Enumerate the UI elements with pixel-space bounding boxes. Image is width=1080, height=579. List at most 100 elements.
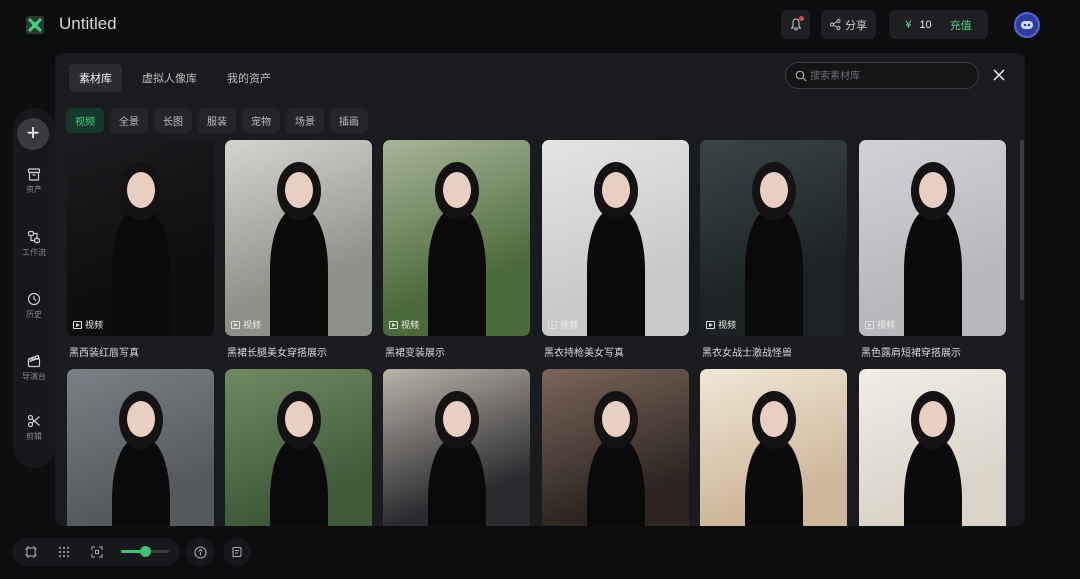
- tab-material-library[interactable]: 素材库: [69, 64, 122, 92]
- figure-face: [602, 401, 630, 437]
- asset-title: 黑衣持枪美女写真: [544, 348, 624, 359]
- video-badge: 视频: [706, 318, 736, 331]
- figure-face: [127, 172, 155, 208]
- share-button[interactable]: 分享: [821, 10, 876, 39]
- share-label: 分享: [845, 19, 867, 32]
- video-badge-label: 视频: [401, 320, 420, 330]
- user-avatar[interactable]: [1014, 12, 1040, 38]
- credits-symbol: ¥: [905, 18, 912, 31]
- add-button[interactable]: +: [17, 118, 49, 150]
- asset-thumbnail[interactable]: 视频: [700, 140, 847, 336]
- zoom-slider[interactable]: [121, 546, 169, 557]
- video-badge: 视频: [865, 318, 895, 331]
- video-play-icon: [73, 320, 82, 329]
- asset-title: 黑裙长腿美女穿搭展示: [227, 348, 327, 359]
- video-badge: 视频: [73, 318, 103, 331]
- document-title[interactable]: Untitled: [59, 14, 117, 34]
- figure-face: [602, 172, 630, 208]
- sidebar-item-edit[interactable]: 剪辑: [13, 414, 55, 442]
- app-logo-icon[interactable]: [24, 14, 46, 36]
- asset-thumbnail[interactable]: [383, 369, 530, 526]
- figure-silhouette: [587, 210, 645, 336]
- fit-screen-icon[interactable]: [90, 545, 104, 559]
- sidebar-item-director[interactable]: 导演台: [13, 354, 55, 382]
- asset-title: 黑西装红唇写真: [69, 348, 139, 359]
- filter-video[interactable]: 视频: [66, 108, 104, 133]
- asset-thumbnail[interactable]: [859, 369, 1006, 526]
- figure-face: [760, 401, 788, 437]
- asset-thumbnail[interactable]: [542, 369, 689, 526]
- figure-silhouette: [428, 210, 486, 336]
- tab-virtual-portrait[interactable]: 虚拟人像库: [132, 64, 207, 92]
- left-sidebar: + 资产 工作流 历史 导演台 剪辑: [13, 108, 55, 468]
- asset-thumbnail[interactable]: [225, 369, 372, 526]
- sidebar-item-history[interactable]: 历史: [13, 292, 55, 320]
- filter-clothing[interactable]: 服装: [198, 108, 236, 133]
- asset-thumbnail[interactable]: [67, 369, 214, 526]
- asset-library-modal: 素材库 虚拟人像库 我的资产 视频 全景 长图 服装 宠物 场景 插画 视频黑西…: [55, 53, 1025, 526]
- recharge-label: 充值: [949, 19, 972, 32]
- asset-thumbnail[interactable]: 视频: [383, 140, 530, 336]
- sidebar-item-label: 资产: [26, 185, 42, 194]
- figure-face: [760, 172, 788, 208]
- video-badge-label: 视频: [718, 320, 737, 330]
- figure-face: [919, 401, 947, 437]
- asset-thumbnail[interactable]: 视频: [225, 140, 372, 336]
- video-badge-label: 视频: [877, 320, 896, 330]
- figure-silhouette: [112, 210, 170, 336]
- figure-face: [919, 172, 947, 208]
- sidebar-item-label: 历史: [26, 310, 42, 319]
- search-icon: [795, 70, 807, 82]
- sidebar-item-assets[interactable]: 资产: [13, 168, 55, 195]
- sidebar-item-label: 工作流: [22, 248, 46, 257]
- archive-icon: [27, 168, 41, 181]
- asset-title: 黑衣女战士激战怪兽: [702, 348, 792, 359]
- filter-illustration[interactable]: 插画: [330, 108, 368, 133]
- credits-value: 10: [919, 18, 932, 31]
- canvas-controls: [12, 538, 180, 566]
- filter-long-image[interactable]: 长图: [154, 108, 192, 133]
- top-bar: Untitled 分享 ¥ 10 充值: [0, 0, 1080, 52]
- notes-button[interactable]: [223, 538, 251, 566]
- notes-icon: [232, 546, 242, 558]
- video-badge: 视频: [548, 318, 578, 331]
- filter-scene[interactable]: 场景: [286, 108, 324, 133]
- video-play-icon: [389, 320, 398, 329]
- asset-title: 黑裙变装展示: [385, 348, 445, 359]
- sidebar-item-workflow[interactable]: 工作流: [13, 230, 55, 258]
- asset-thumbnail[interactable]: 视频: [67, 140, 214, 336]
- figure-silhouette: [904, 439, 962, 526]
- asset-thumbnail[interactable]: [700, 369, 847, 526]
- clapperboard-icon: [27, 354, 41, 368]
- robot-face-icon: [1021, 21, 1033, 29]
- help-button[interactable]: [186, 538, 214, 566]
- share-icon: [830, 19, 841, 30]
- video-play-icon: [706, 320, 715, 329]
- notification-dot: [799, 16, 804, 21]
- filter-panorama[interactable]: 全景: [110, 108, 148, 133]
- close-icon[interactable]: [991, 67, 1007, 83]
- video-play-icon: [548, 320, 557, 329]
- category-filters: 视频 全景 长图 服装 宠物 场景 插画: [66, 108, 368, 133]
- figure-face: [127, 401, 155, 437]
- grid-icon[interactable]: [57, 545, 71, 559]
- sidebar-item-label: 剪辑: [26, 432, 42, 441]
- figure-face: [285, 172, 313, 208]
- credits-button[interactable]: ¥ 10 充值: [889, 10, 988, 39]
- workflow-icon: [27, 230, 41, 244]
- asset-title: 黑色露肩短裙穿搭展示: [861, 348, 961, 359]
- zoom-slider-handle[interactable]: [140, 546, 151, 557]
- grid-scrollbar[interactable]: [1020, 140, 1024, 300]
- search-input[interactable]: [810, 67, 970, 85]
- asset-thumbnail[interactable]: 视频: [542, 140, 689, 336]
- tab-my-assets[interactable]: 我的资产: [217, 64, 281, 92]
- figure-face: [285, 401, 313, 437]
- asset-thumbnail[interactable]: 视频: [859, 140, 1006, 336]
- notification-button[interactable]: [781, 10, 810, 39]
- filter-pets[interactable]: 宠物: [242, 108, 280, 133]
- sidebar-item-label: 导演台: [22, 372, 46, 381]
- video-badge: 视频: [231, 318, 261, 331]
- video-play-icon: [865, 320, 874, 329]
- figure-face: [443, 401, 471, 437]
- frame-icon[interactable]: [24, 545, 38, 559]
